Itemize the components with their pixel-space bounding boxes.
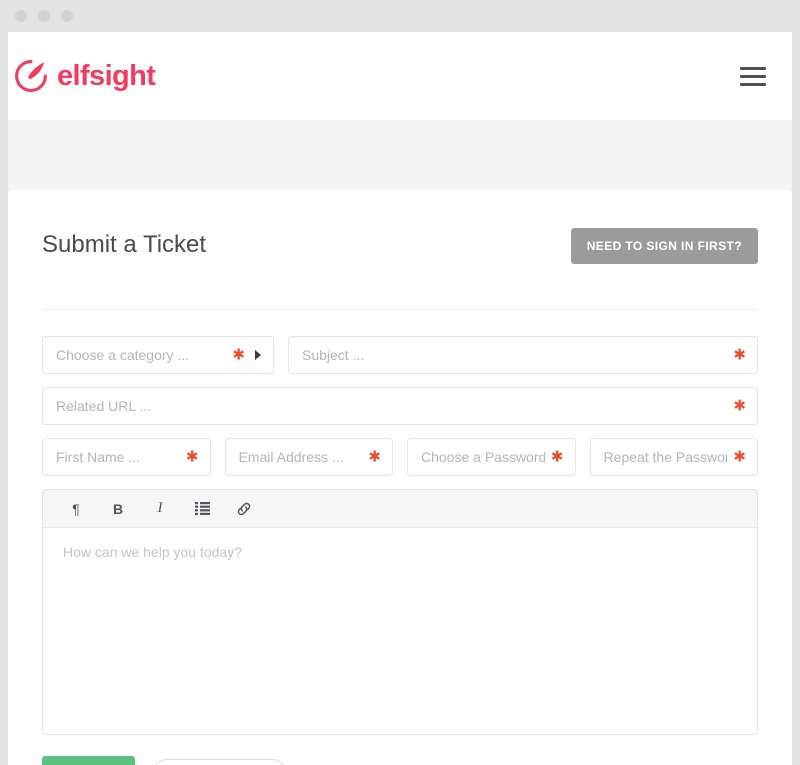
message-textarea[interactable]: How can we help you today?	[43, 528, 757, 734]
repeat-password-required-marker: ✱	[733, 448, 746, 466]
browser-window: elfsight Submit a Ticket NEED TO SIGN IN…	[0, 0, 800, 765]
form-row-2: Related URL ... ✱	[42, 387, 758, 425]
page-title: Submit a Ticket	[42, 231, 207, 258]
elfsight-logo-text: elfsight	[57, 59, 156, 92]
bullet-list-icon[interactable]	[181, 490, 223, 528]
submit-ticket-card: Submit a Ticket NEED TO SIGN IN FIRST? C…	[8, 190, 792, 765]
hamburger-menu-icon[interactable]	[740, 66, 766, 86]
form-actions: SUBMIT Attach File(s)	[42, 756, 758, 765]
related-url-placeholder: Related URL ...	[56, 398, 152, 414]
editor-toolbar: ¶ B I	[43, 490, 757, 528]
email-address-placeholder: Email Address ...	[238, 449, 344, 465]
message-placeholder: How can we help you today?	[63, 544, 242, 560]
chevron-right-icon	[255, 350, 261, 360]
pilcrow-icon[interactable]: ¶	[55, 490, 97, 528]
ticket-form: Choose a category ... ✱ Subject ... ✱ Re…	[42, 310, 758, 765]
choose-password-input[interactable]: Choose a Password ... ✱	[407, 438, 576, 476]
italic-icon[interactable]: I	[139, 490, 181, 528]
close-dot[interactable]	[15, 10, 27, 22]
subject-input[interactable]: Subject ... ✱	[288, 336, 758, 374]
subject-placeholder: Subject ...	[302, 347, 365, 363]
related-url-required-marker: ✱	[733, 397, 746, 415]
elfsight-logo[interactable]: elfsight	[14, 59, 156, 93]
repeat-password-placeholder: Repeat the Password ...	[603, 449, 728, 465]
link-icon[interactable]	[223, 490, 265, 528]
related-url-input[interactable]: Related URL ... ✱	[42, 387, 758, 425]
page-viewport: elfsight Submit a Ticket NEED TO SIGN IN…	[8, 32, 792, 765]
form-row-3: First Name ... ✱ Email Address ... ✱ Cho…	[42, 438, 758, 476]
choose-password-placeholder: Choose a Password ...	[421, 449, 545, 465]
minimize-dot[interactable]	[38, 10, 50, 22]
first-name-input[interactable]: First Name ... ✱	[42, 438, 211, 476]
attach-files-button[interactable]: Attach File(s)	[151, 758, 288, 765]
elfsight-logo-icon	[14, 59, 48, 93]
category-placeholder: Choose a category ...	[56, 347, 190, 363]
email-address-required-marker: ✱	[368, 448, 381, 466]
need-to-sign-in-button[interactable]: NEED TO SIGN IN FIRST?	[570, 228, 758, 264]
header-spacer-band	[8, 120, 792, 190]
first-name-placeholder: First Name ...	[56, 449, 141, 465]
choose-password-required-marker: ✱	[550, 448, 564, 466]
email-address-input[interactable]: Email Address ... ✱	[224, 438, 393, 476]
card-header: Submit a Ticket NEED TO SIGN IN FIRST?	[42, 228, 758, 276]
category-required-marker: ✱	[232, 346, 245, 364]
site-header: elfsight	[8, 32, 792, 120]
browser-titlebar	[0, 0, 800, 32]
subject-required-marker: ✱	[733, 346, 746, 364]
repeat-password-input[interactable]: Repeat the Password ... ✱	[589, 438, 758, 476]
bold-icon[interactable]: B	[97, 490, 139, 528]
maximize-dot[interactable]	[61, 10, 73, 22]
category-select[interactable]: Choose a category ... ✱	[42, 336, 274, 374]
first-name-required-marker: ✱	[185, 448, 199, 466]
submit-button[interactable]: SUBMIT	[42, 756, 135, 765]
message-editor: ¶ B I How can we help you today?	[42, 489, 758, 735]
form-row-1: Choose a category ... ✱ Subject ... ✱	[42, 336, 758, 374]
